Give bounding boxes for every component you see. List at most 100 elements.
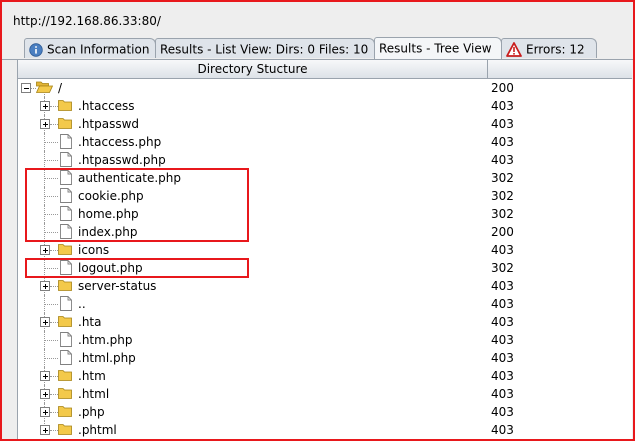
tree-row-htpasswd-php[interactable]: .htpasswd.php 403	[18, 151, 632, 169]
tree-connector	[45, 160, 58, 161]
response-code: 403	[491, 387, 514, 401]
tree-connector	[50, 106, 58, 107]
tree-row-php[interactable]: .php 403	[18, 403, 632, 421]
tree-connector	[45, 142, 58, 143]
response-code: 403	[491, 423, 514, 437]
node-name: cookie.php	[78, 189, 144, 203]
open-folder-icon	[35, 81, 54, 93]
tree-row-hta[interactable]: .hta 403	[18, 313, 632, 331]
tree-connector	[45, 358, 58, 359]
node-name: server-status	[78, 279, 157, 293]
tree-view-panel[interactable]: Directory Stucture /200 .htaccess 403 .htpa…	[17, 60, 632, 439]
node-name: .htm.php	[78, 333, 133, 347]
response-code: 403	[491, 117, 514, 131]
tree-connector	[50, 124, 58, 125]
tree-connector	[50, 250, 58, 251]
directory-tree: /200 .htaccess 403 .htpasswd 403 .htaccess.ph…	[18, 79, 632, 439]
expand-toggle-icon[interactable]	[40, 407, 50, 417]
tree-row-phtml[interactable]: .phtml 403	[18, 421, 632, 439]
tree-connector	[45, 304, 58, 305]
tab-errors[interactable]: Errors: 12	[501, 38, 597, 58]
tree-row-htpasswd[interactable]: .htpasswd 403	[18, 115, 632, 133]
tree-connector	[45, 340, 58, 341]
tree-row-htaccess-php[interactable]: .htaccess.php 403	[18, 133, 632, 151]
node-name: icons	[78, 243, 110, 257]
tree-row-logout-php[interactable]: logout.php 302	[18, 259, 632, 277]
tree-row-authenticate-php[interactable]: authenticate.php 302	[18, 169, 632, 187]
tree-connector	[50, 286, 58, 287]
expand-toggle-icon[interactable]	[40, 317, 50, 327]
response-code: 403	[491, 279, 514, 293]
file-icon	[60, 332, 72, 347]
file-icon	[60, 224, 72, 239]
table-header: Directory Stucture	[18, 60, 632, 79]
node-name: .htpasswd	[78, 117, 140, 131]
folder-icon	[58, 388, 72, 399]
node-name: .htpasswd.php	[78, 153, 166, 167]
node-name: .php	[78, 405, 105, 419]
file-icon	[60, 170, 72, 185]
tree-row-icons[interactable]: icons 403	[18, 241, 632, 259]
response-code: 302	[491, 207, 514, 221]
response-code: 302	[491, 171, 514, 185]
tab-results-tree-view[interactable]: Results - Tree View	[374, 37, 502, 59]
node-name: .htm	[78, 369, 106, 383]
tree-row-html-php[interactable]: .html.php 403	[18, 349, 632, 367]
node-name: .htaccess.php	[78, 135, 162, 149]
file-icon	[60, 260, 72, 275]
tab-results-list-view[interactable]: Results - List View: Dirs: 0 Files: 10	[155, 38, 375, 58]
node-name: .htaccess	[78, 99, 135, 113]
tree-row-parent[interactable]: / 200	[18, 79, 632, 97]
expand-toggle-icon[interactable]	[40, 101, 50, 111]
tree-row-home-php[interactable]: home.php 302	[18, 205, 632, 223]
tree-connector	[45, 268, 58, 269]
response-code: 403	[491, 333, 514, 347]
expand-toggle-icon[interactable]	[40, 281, 50, 291]
response-code: 403	[491, 369, 514, 383]
response-code: 403	[491, 99, 514, 113]
tree-row-index-php[interactable]: index.php 200	[18, 223, 632, 241]
folder-icon	[58, 244, 72, 255]
node-name: ..	[78, 297, 86, 311]
tab-scan-information[interactable]: Scan Information	[24, 38, 156, 58]
node-name: index.php	[78, 225, 138, 239]
collapse-toggle-icon[interactable]	[21, 83, 31, 93]
folder-icon	[58, 100, 72, 111]
file-icon	[60, 152, 72, 167]
response-code: 302	[491, 261, 514, 275]
column-header-directory[interactable]: Directory Stucture	[18, 60, 488, 78]
folder-icon	[58, 280, 72, 291]
file-icon	[60, 350, 72, 365]
tree-connector	[45, 214, 58, 215]
tab-bar: Scan Information Results - List View: Di…	[2, 37, 633, 60]
column-header-response-code[interactable]	[488, 60, 632, 78]
warning-icon	[506, 42, 522, 57]
node-name: authenticate.php	[78, 171, 181, 185]
expand-toggle-icon[interactable]	[40, 389, 50, 399]
target-url: http://192.168.86.33:80/	[13, 14, 161, 28]
response-code: 403	[491, 135, 514, 149]
tree-connector	[45, 196, 58, 197]
expand-toggle-icon[interactable]	[40, 371, 50, 381]
tree-connector	[50, 376, 58, 377]
tree-row-cookie-php[interactable]: cookie.php 302	[18, 187, 632, 205]
tree-row-html[interactable]: .html 403	[18, 385, 632, 403]
expand-toggle-icon[interactable]	[40, 425, 50, 435]
file-icon	[60, 134, 72, 149]
folder-icon	[58, 370, 72, 381]
tree-row-parent[interactable]: .. 403	[18, 295, 632, 313]
expand-toggle-icon[interactable]	[40, 119, 50, 129]
tree-connector	[45, 232, 58, 233]
expand-toggle-icon[interactable]	[40, 245, 50, 255]
tree-row-htaccess[interactable]: .htaccess 403	[18, 97, 632, 115]
response-code: 403	[491, 297, 514, 311]
tree-row-server-status[interactable]: server-status 403	[18, 277, 632, 295]
info-icon	[29, 42, 43, 57]
response-code: 403	[491, 153, 514, 167]
tree-row-htm-php[interactable]: .htm.php 403	[18, 331, 632, 349]
tree-connector	[50, 430, 58, 431]
tree-row-htm[interactable]: .htm 403	[18, 367, 632, 385]
tree-connector	[50, 412, 58, 413]
node-name: home.php	[78, 207, 139, 221]
file-icon	[60, 188, 72, 203]
